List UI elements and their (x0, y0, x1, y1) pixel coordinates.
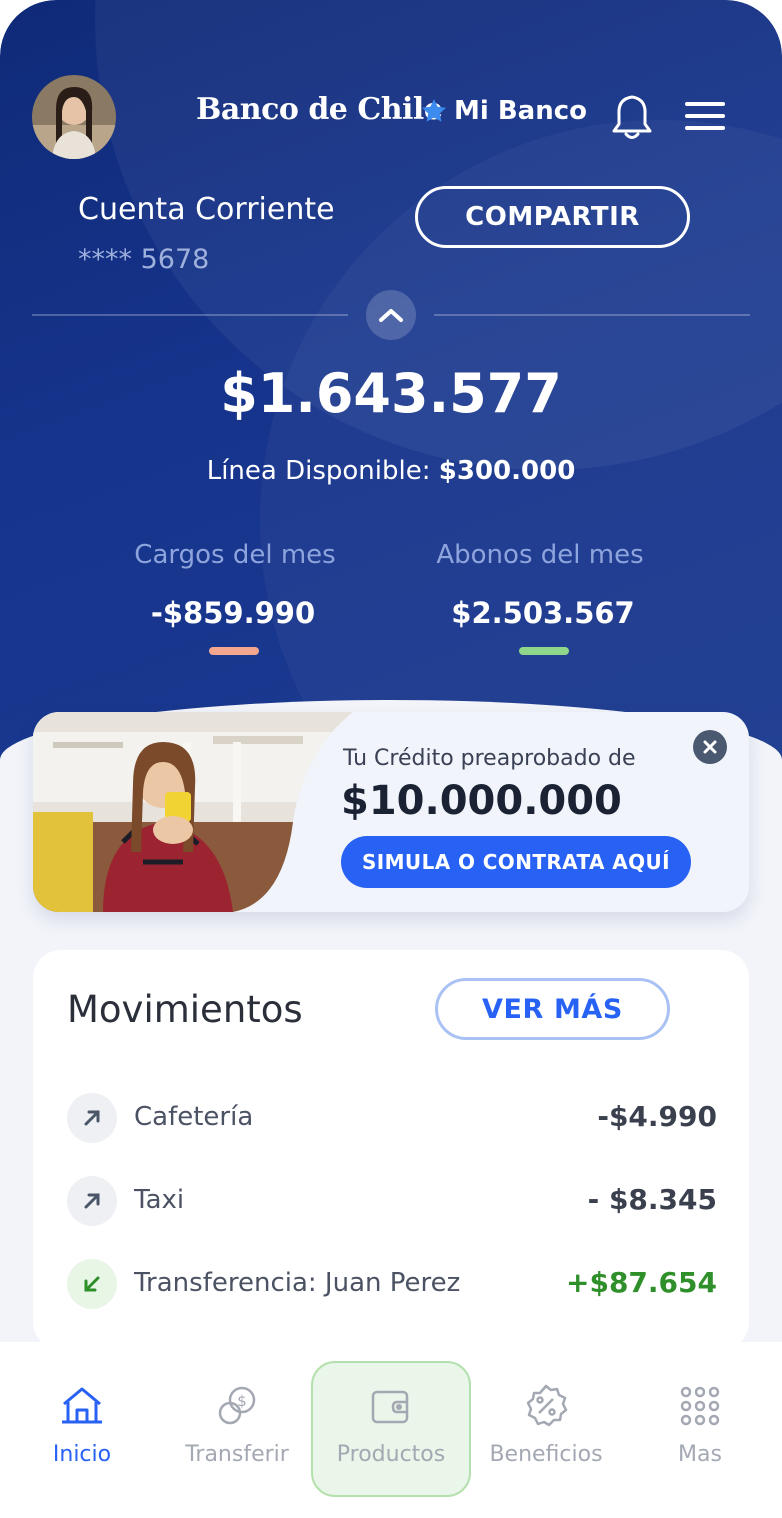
account-name: Cuenta Corriente (78, 192, 335, 227)
divider (32, 314, 348, 316)
tab-label: Productos (336, 1442, 446, 1467)
movement-row[interactable]: Cafetería -$4.990 (67, 1092, 717, 1146)
cargos-indicator (209, 647, 259, 655)
abonos-label: Abonos del mes (436, 540, 644, 570)
arrow-down-left-icon (67, 1259, 117, 1309)
arrow-up-right-icon (67, 1176, 117, 1226)
promo-amount: $10.000.000 (341, 778, 622, 824)
bell-icon[interactable] (610, 92, 654, 142)
phone-screen: Banco de Chile Mi Banco Cuenta Corriente… (0, 0, 782, 1518)
svg-text:$: $ (237, 1392, 247, 1410)
tab-label: Mas (678, 1442, 722, 1467)
tab-label: Inicio (52, 1442, 112, 1467)
tab-label: Transferir (185, 1442, 289, 1467)
grid-icon (680, 1386, 720, 1426)
movement-label: Transferencia: Juan Perez (134, 1268, 461, 1298)
abonos-indicator (519, 647, 569, 655)
star-icon (421, 99, 447, 122)
tab-label: Beneficios (489, 1442, 603, 1467)
wallet-icon (371, 1390, 409, 1424)
movement-amount: +$87.654 (566, 1266, 717, 1299)
simulate-credit-button[interactable]: SIMULA O CONTRATA AQUÍ (341, 836, 691, 888)
cargos-value: -$859.990 (150, 596, 316, 630)
avatar[interactable] (32, 75, 116, 159)
movement-amount: - $8.345 (587, 1183, 717, 1216)
tab-mas[interactable]: Mas (622, 1342, 778, 1518)
mi-banco-label: Mi Banco (454, 96, 587, 126)
account-number: **** 5678 (78, 244, 210, 275)
tab-productos[interactable]: Productos (313, 1342, 469, 1518)
hamburger-menu-icon[interactable] (684, 100, 726, 132)
collapse-chevron-up-icon[interactable] (366, 290, 416, 340)
movement-label: Cafetería (134, 1102, 254, 1132)
close-icon[interactable] (693, 730, 727, 764)
abonos-value: $2.503.567 (451, 596, 635, 630)
tab-transferir[interactable]: $ Transferir (159, 1342, 315, 1518)
account-balance: $1.643.577 (220, 362, 562, 425)
movement-label: Taxi (134, 1185, 185, 1215)
promo-subtitle: Tu Crédito preaprobado de (343, 746, 636, 771)
mi-banco-badge: Mi Banco (420, 96, 587, 126)
home-icon (62, 1387, 102, 1424)
available-line-value: $300.000 (438, 456, 576, 486)
percent-badge-icon (526, 1384, 568, 1427)
available-line: Línea Disponible: $300.000 (0, 456, 782, 486)
see-more-button[interactable]: VER MÁS (435, 978, 670, 1040)
promo-photo (33, 712, 353, 912)
share-button[interactable]: COMPARTIR (415, 186, 690, 248)
movement-row[interactable]: Taxi - $8.345 (67, 1175, 717, 1229)
transfer-coins-icon: $ (218, 1386, 256, 1425)
bank-logo: Banco de Chile (196, 92, 443, 127)
tab-inicio[interactable]: Inicio (4, 1342, 160, 1518)
credit-promo-banner[interactable]: Tu Crédito preaprobado de $10.000.000 SI… (33, 712, 749, 912)
movements-title: Movimientos (67, 988, 303, 1031)
movement-amount: -$4.990 (597, 1100, 717, 1133)
available-line-label: Línea Disponible: (206, 456, 431, 486)
movement-row[interactable]: Transferencia: Juan Perez +$87.654 (67, 1258, 717, 1312)
cargos-label: Cargos del mes (134, 540, 336, 570)
tab-beneficios[interactable]: Beneficios (468, 1342, 624, 1518)
movements-card: Movimientos VER MÁS Cafetería -$4.990 Ta… (33, 950, 749, 1350)
arrow-up-right-icon (67, 1093, 117, 1143)
divider (434, 314, 750, 316)
